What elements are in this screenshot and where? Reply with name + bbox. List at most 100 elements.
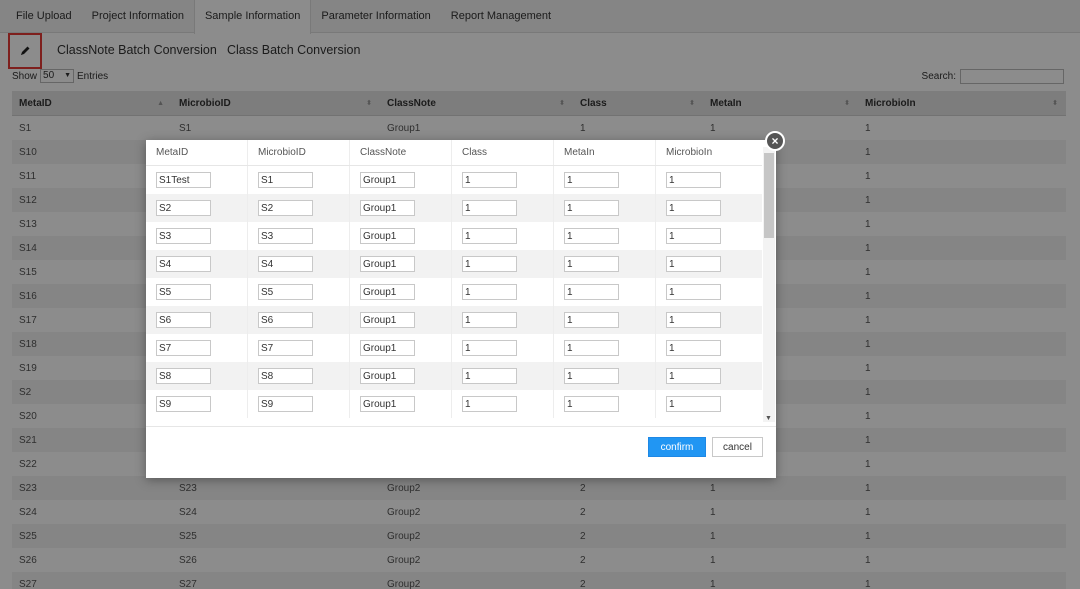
dialog-cell-microbioid: [248, 390, 350, 418]
classnote-input[interactable]: [360, 256, 415, 272]
metain-input[interactable]: [564, 200, 619, 216]
microbioin-input[interactable]: [666, 396, 721, 412]
classnote-input[interactable]: [360, 368, 415, 384]
dialog-row: [146, 278, 762, 306]
dialog-cell-metain: [554, 194, 656, 222]
metain-input[interactable]: [564, 340, 619, 356]
dialog-cell-classnote: [350, 306, 452, 334]
microbioid-input[interactable]: [258, 228, 313, 244]
dialog-row: [146, 194, 762, 222]
microbioid-input[interactable]: [258, 340, 313, 356]
dialog-cell-classnote: [350, 222, 452, 250]
microbioin-input[interactable]: [666, 172, 721, 188]
class-input[interactable]: [462, 172, 517, 188]
class-input[interactable]: [462, 284, 517, 300]
class-input[interactable]: [462, 340, 517, 356]
microbioid-input[interactable]: [258, 396, 313, 412]
dialog-cell-microbioid: [248, 278, 350, 306]
dialog-cell-metaid: [146, 278, 248, 306]
dialog-cell-class: [452, 334, 554, 362]
dialog-cell-microbioin: [656, 222, 762, 250]
class-input[interactable]: [462, 312, 517, 328]
metain-input[interactable]: [564, 228, 619, 244]
microbioin-input[interactable]: [666, 256, 721, 272]
microbioin-input[interactable]: [666, 284, 721, 300]
metaid-input[interactable]: [156, 284, 211, 300]
dialog-cell-microbioin: [656, 390, 762, 418]
dialog-row: [146, 334, 762, 362]
dialog-cell-classnote: [350, 334, 452, 362]
microbioin-input[interactable]: [666, 200, 721, 216]
dialog-cell-metain: [554, 334, 656, 362]
metain-input[interactable]: [564, 256, 619, 272]
microbioid-input[interactable]: [258, 256, 313, 272]
dialog-column-header: Class: [452, 140, 554, 165]
class-input[interactable]: [462, 228, 517, 244]
scroll-down-icon[interactable]: ▼: [765, 415, 772, 422]
dialog-cell-microbioin: [656, 278, 762, 306]
dialog-row: [146, 390, 762, 418]
dialog-cell-classnote: [350, 390, 452, 418]
dialog-cell-metaid: [146, 362, 248, 390]
confirm-button[interactable]: confirm: [648, 437, 706, 457]
dialog-cell-microbioid: [248, 334, 350, 362]
dialog-scrollbar-thumb[interactable]: [764, 153, 774, 238]
microbioid-input[interactable]: [258, 200, 313, 216]
dialog-cell-classnote: [350, 362, 452, 390]
classnote-input[interactable]: [360, 284, 415, 300]
microbioin-input[interactable]: [666, 368, 721, 384]
metaid-input[interactable]: [156, 172, 211, 188]
microbioin-input[interactable]: [666, 312, 721, 328]
dialog-table-body: [146, 166, 762, 418]
dialog-cell-metaid: [146, 334, 248, 362]
dialog-cell-classnote: [350, 250, 452, 278]
dialog-cell-metain: [554, 278, 656, 306]
metaid-input[interactable]: [156, 228, 211, 244]
metaid-input[interactable]: [156, 312, 211, 328]
dialog-divider: [146, 426, 776, 427]
metaid-input[interactable]: [156, 368, 211, 384]
cancel-button[interactable]: cancel: [712, 437, 763, 457]
dialog-header-row: MetaID MicrobioID ClassNote Class MetaIn…: [146, 140, 762, 166]
dialog-cell-metain: [554, 362, 656, 390]
microbioid-input[interactable]: [258, 312, 313, 328]
dialog-cell-metaid: [146, 166, 248, 194]
dialog-cell-metaid: [146, 222, 248, 250]
microbioid-input[interactable]: [258, 172, 313, 188]
class-input[interactable]: [462, 256, 517, 272]
metaid-input[interactable]: [156, 340, 211, 356]
dialog-cell-microbioid: [248, 166, 350, 194]
dialog-cell-class: [452, 166, 554, 194]
dialog-scrollbar[interactable]: ▼: [763, 147, 775, 422]
metaid-input[interactable]: [156, 396, 211, 412]
microbioid-input[interactable]: [258, 368, 313, 384]
dialog-row: [146, 222, 762, 250]
metain-input[interactable]: [564, 284, 619, 300]
class-input[interactable]: [462, 396, 517, 412]
class-input[interactable]: [462, 200, 517, 216]
metain-input[interactable]: [564, 312, 619, 328]
class-input[interactable]: [462, 368, 517, 384]
classnote-input[interactable]: [360, 340, 415, 356]
classnote-input[interactable]: [360, 312, 415, 328]
classnote-input[interactable]: [360, 228, 415, 244]
close-icon[interactable]: ×: [765, 131, 785, 151]
classnote-input[interactable]: [360, 200, 415, 216]
dialog-cell-microbioin: [656, 306, 762, 334]
metain-input[interactable]: [564, 172, 619, 188]
microbioid-input[interactable]: [258, 284, 313, 300]
dialog-column-header: MicrobioIn: [666, 147, 713, 158]
metaid-input[interactable]: [156, 200, 211, 216]
dialog-cell-metain: [554, 166, 656, 194]
microbioin-input[interactable]: [666, 340, 721, 356]
metaid-input[interactable]: [156, 256, 211, 272]
dialog-column-header: MetaIn: [554, 140, 656, 165]
microbioin-input[interactable]: [666, 228, 721, 244]
dialog-cell-class: [452, 390, 554, 418]
dialog-cell-microbioid: [248, 194, 350, 222]
classnote-input[interactable]: [360, 172, 415, 188]
metain-input[interactable]: [564, 396, 619, 412]
dialog-cell-classnote: [350, 194, 452, 222]
classnote-input[interactable]: [360, 396, 415, 412]
metain-input[interactable]: [564, 368, 619, 384]
